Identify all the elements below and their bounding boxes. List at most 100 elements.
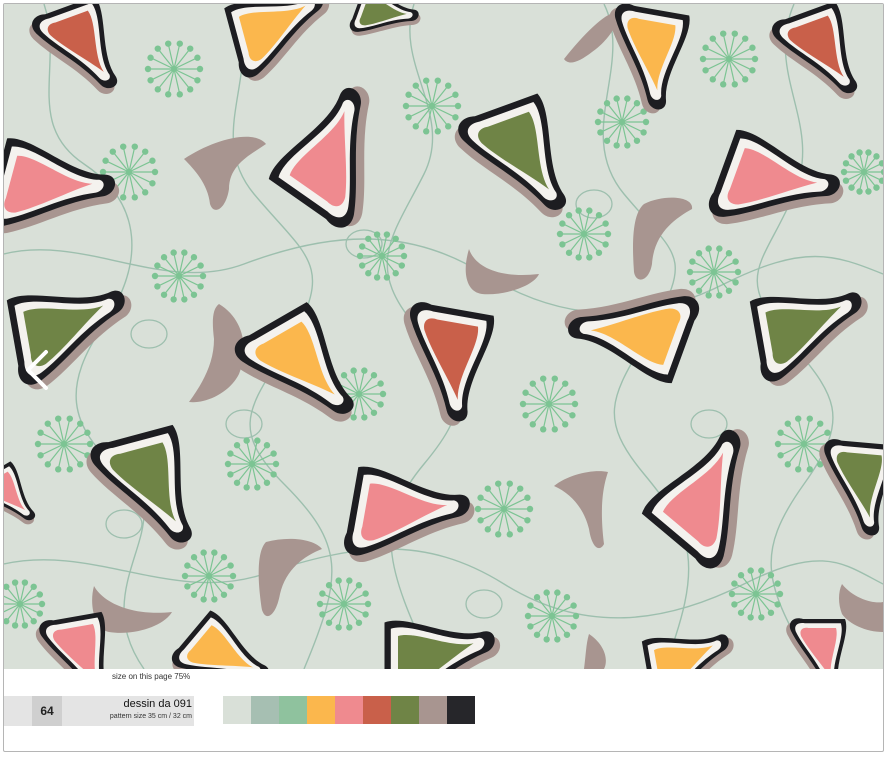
dandelion-seed — [55, 466, 62, 473]
dandelion-stem — [128, 160, 153, 173]
dandelion-stem — [705, 58, 730, 71]
dandelion-stem — [431, 105, 456, 118]
dandelion-seed — [445, 123, 452, 130]
dandelion-seed — [55, 415, 62, 422]
dandelion-stem — [621, 111, 644, 123]
dandelion-seed — [806, 466, 813, 473]
dandelion-seed — [44, 420, 51, 427]
dandelion-seed — [220, 554, 228, 561]
dandelion-stem — [40, 443, 65, 456]
dandelion-seed — [767, 609, 775, 616]
dandelion-stem — [150, 57, 175, 70]
dandelion-seed — [856, 188, 863, 195]
dandelion-center — [711, 269, 717, 275]
dandelion-seed — [187, 45, 194, 52]
prev-button[interactable] — [18, 346, 58, 394]
dandelion-seed — [734, 268, 742, 276]
boomerang — [349, 4, 421, 36]
dandelion-stem — [19, 603, 41, 615]
boomerang-blob — [184, 136, 266, 210]
dandelion-seed — [751, 55, 759, 63]
vine-loop — [465, 589, 503, 619]
dandelion — [474, 480, 534, 538]
dandelion-seed — [575, 207, 582, 214]
dandelion-stem — [173, 68, 198, 81]
boomerang — [769, 4, 858, 99]
dandelion-seed — [325, 582, 333, 589]
dandelion-seed — [362, 611, 369, 618]
vine — [4, 548, 883, 619]
dandelion-stem — [187, 565, 210, 577]
dandelion — [519, 375, 579, 433]
dandelion-seed — [806, 415, 813, 422]
dandelion-stem — [178, 265, 201, 277]
dandelion-seed — [747, 614, 754, 621]
dandelion-seed — [335, 577, 342, 584]
dandelion-stem — [343, 593, 366, 605]
dandelion-seed — [355, 582, 363, 589]
dandelion-seed — [154, 86, 161, 93]
dandelion-seed — [358, 262, 366, 269]
dandelion-seed — [355, 619, 363, 626]
dandelion-seed — [732, 279, 739, 286]
dandelion-seed — [199, 272, 207, 280]
dandelion-seed — [335, 624, 342, 631]
dandelion-center — [126, 169, 132, 175]
dandelion-seed — [377, 380, 384, 387]
dandelion-seed — [880, 168, 883, 176]
dandelion-seed — [484, 526, 491, 533]
pattern-number: 64 — [32, 696, 62, 726]
dandelion-seed — [556, 230, 564, 238]
dandelion-center — [429, 103, 435, 109]
pattern-size: pattern size 35 cm / 32 cm — [109, 713, 192, 720]
dandelion-seed — [517, 485, 524, 492]
dandelion-center — [861, 169, 867, 175]
dandelion-seed — [370, 409, 378, 416]
color-swatch — [279, 696, 307, 724]
dandelion-stem — [734, 593, 757, 605]
dandelion-stem — [692, 261, 715, 273]
size-note: size on this page 75% — [112, 672, 191, 681]
dandelion-seed — [572, 612, 580, 620]
dandelion-center — [176, 273, 182, 279]
pattern-viewer: size on this page 75% 64 dessin da 091 p… — [3, 3, 884, 752]
dandelion-stem — [230, 453, 253, 465]
dandelion-seed — [197, 262, 204, 269]
dandelion-seed — [149, 157, 156, 164]
dandelion-seed — [569, 389, 576, 396]
dandelion-seed — [398, 243, 406, 250]
dandelion-seed — [526, 505, 534, 513]
dandelion-seed — [865, 188, 872, 195]
dandelion-seed — [702, 44, 709, 51]
dandelion-stem — [713, 261, 736, 273]
dandelion-seed — [263, 479, 271, 486]
dandelion-seed — [571, 400, 579, 408]
dandelion-seed — [405, 114, 412, 121]
dandelion-seed — [361, 367, 368, 374]
dandelion-seed — [197, 283, 204, 290]
dandelion — [316, 577, 372, 631]
dandelion-stem — [150, 68, 175, 81]
dandelion-seed — [358, 243, 366, 250]
dandelion — [224, 437, 280, 491]
boomerang — [454, 93, 566, 218]
dandelion-seed — [767, 572, 775, 579]
dandelion-seed — [319, 611, 326, 618]
dandelion-seed — [86, 440, 94, 448]
dandelion-seed — [44, 461, 51, 468]
dandelion-seed — [865, 149, 872, 156]
dandelion-stem — [230, 463, 253, 475]
dandelion-stem — [530, 615, 553, 627]
dandelion-seed — [725, 250, 733, 257]
dandelion-center — [501, 506, 507, 512]
dandelion-seed — [272, 460, 280, 468]
dandelion-stem — [173, 57, 198, 70]
dandelion-seed — [529, 421, 536, 428]
dandelion-seed — [151, 168, 159, 176]
dandelion-seed — [737, 572, 745, 579]
boomerang — [268, 86, 370, 228]
boomerang — [29, 4, 118, 94]
dandelion-seed — [34, 440, 42, 448]
dandelion-seed — [154, 262, 161, 269]
dandelion-seed — [392, 235, 399, 242]
